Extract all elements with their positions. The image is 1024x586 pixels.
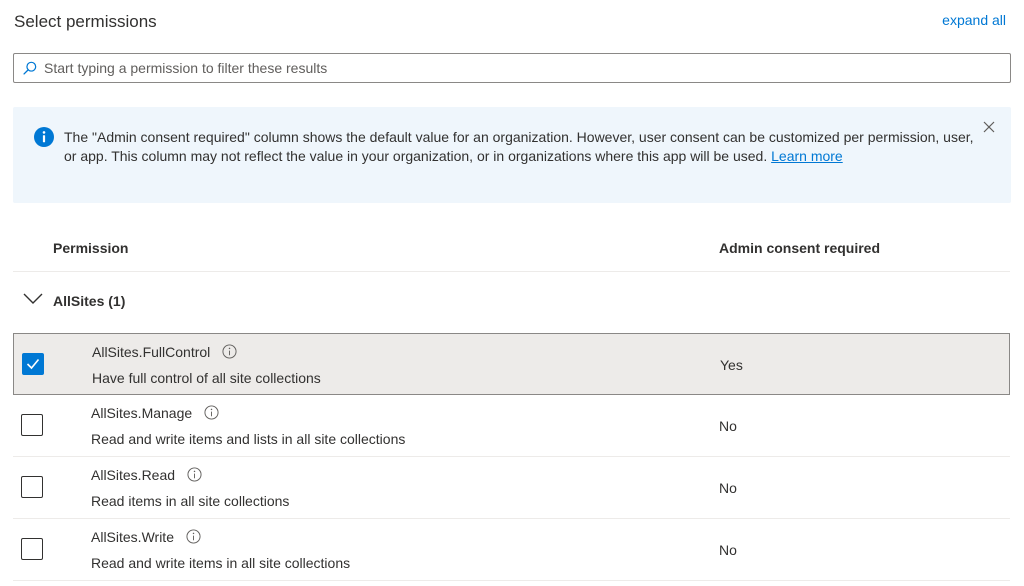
- permission-row-allsites-fullcontrol[interactable]: AllSites.FullControl Have full control o…: [13, 333, 1010, 395]
- permission-row-allsites-write[interactable]: AllSites.Write Read and write items in a…: [13, 519, 1010, 581]
- group-header-allsites[interactable]: AllSites (1): [13, 283, 1010, 321]
- column-header-admin-consent: Admin consent required: [719, 240, 881, 256]
- page-title: Select permissions: [14, 12, 157, 31]
- info-circle-icon[interactable]: [187, 467, 202, 482]
- column-header-permission: Permission: [53, 240, 129, 256]
- permission-name-container: AllSites.FullControl: [92, 344, 237, 360]
- permission-name-container: AllSites.Manage: [91, 405, 219, 421]
- permission-checkbox[interactable]: [21, 538, 43, 560]
- permission-name-container: AllSites.Read: [91, 467, 202, 483]
- permission-row-allsites-read[interactable]: AllSites.Read Read items in all site col…: [13, 457, 1010, 519]
- permission-checkbox[interactable]: [21, 414, 43, 436]
- permission-name: AllSites.Manage: [91, 405, 193, 421]
- info-message-bar: The "Admin consent required" column show…: [13, 107, 1011, 203]
- info-circle-icon[interactable]: [222, 344, 237, 359]
- info-icon: [34, 127, 54, 147]
- search-box[interactable]: [13, 53, 1011, 83]
- search-input[interactable]: [44, 58, 994, 78]
- chevron-down-icon[interactable]: [23, 292, 43, 306]
- admin-consent-value: No: [719, 542, 737, 558]
- permission-name: AllSites.Write: [91, 529, 174, 545]
- group-label: AllSites (1): [53, 293, 126, 309]
- admin-consent-value: No: [719, 418, 737, 434]
- admin-consent-value: Yes: [720, 357, 743, 373]
- learn-more-link[interactable]: Learn more: [771, 148, 843, 164]
- info-message-text: The "Admin consent required" column show…: [64, 128, 979, 166]
- admin-consent-value: No: [719, 480, 737, 496]
- search-icon: [23, 61, 37, 75]
- permission-description: Read and write items and lists in all si…: [91, 431, 406, 447]
- permission-description: Read items in all site collections: [91, 493, 290, 509]
- permission-name: AllSites.FullControl: [92, 344, 211, 360]
- close-icon[interactable]: [981, 119, 997, 135]
- permission-description: Have full control of all site collection…: [92, 370, 321, 386]
- permission-checkbox[interactable]: [21, 476, 43, 498]
- permission-checkbox[interactable]: [22, 353, 44, 375]
- panel-header: Select permissions expand all: [14, 12, 1006, 34]
- permission-row-allsites-manage[interactable]: AllSites.Manage Read and write items and…: [13, 395, 1010, 457]
- permission-name-container: AllSites.Write: [91, 529, 201, 545]
- checkmark-icon: [26, 358, 40, 370]
- expand-all-link[interactable]: expand all: [942, 12, 1006, 28]
- table-header: Permission Admin consent required: [13, 230, 1010, 272]
- info-circle-icon[interactable]: [186, 529, 201, 544]
- info-circle-icon[interactable]: [204, 405, 219, 420]
- permission-name: AllSites.Read: [91, 467, 176, 483]
- permission-description: Read and write items in all site collect…: [91, 555, 351, 571]
